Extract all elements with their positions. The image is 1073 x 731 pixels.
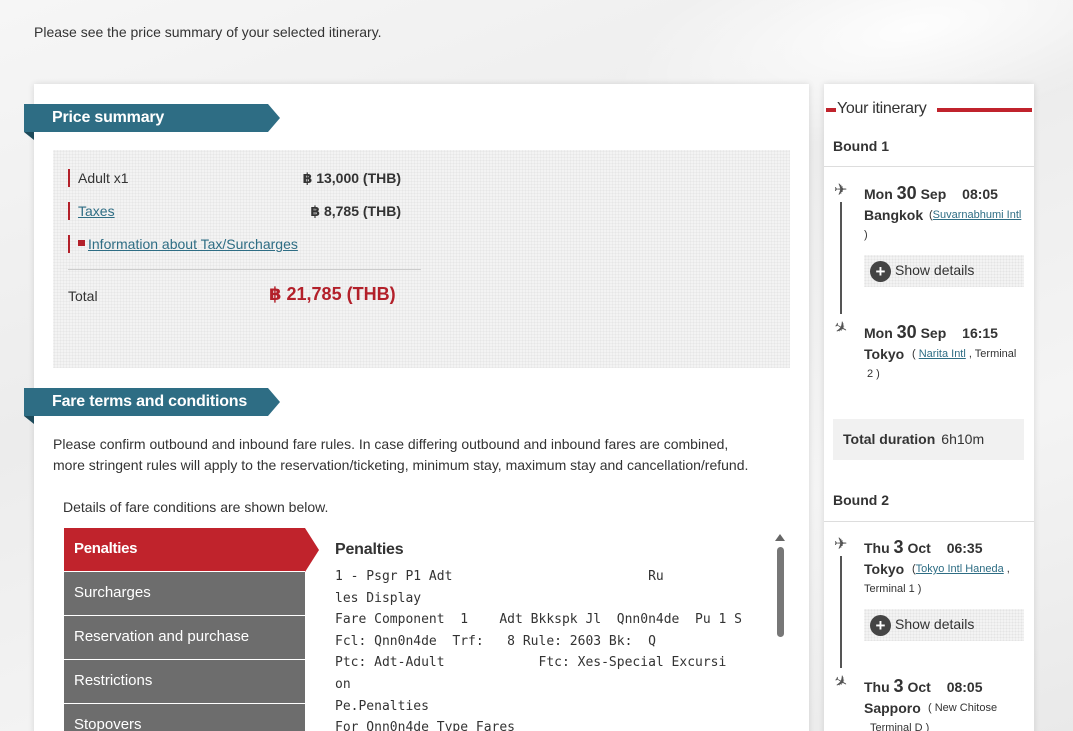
price-divider: [68, 269, 421, 270]
bound-1-departure-date: Mon 30 Sep 08:05: [864, 183, 998, 204]
show-details-label: Show details: [895, 616, 975, 633]
bound-2-departure-date: Thu 3 Oct 06:35: [864, 537, 983, 558]
day: 30: [896, 322, 917, 342]
landing-icon: ✈: [830, 317, 851, 340]
bound-2-arrival-date: Thu 3 Oct 08:05: [864, 676, 983, 697]
bound-2-departure-terminal: Terminal 1 ): [864, 583, 922, 595]
arrival-time: 08:05: [946, 679, 983, 695]
bound-1-arrival-city: Tokyo: [864, 346, 905, 362]
takeoff-icon: ✈: [834, 536, 848, 553]
duration-label: Total duration: [843, 431, 936, 447]
departure-time: 08:05: [962, 186, 998, 202]
arrival-time: 16:15: [962, 325, 998, 341]
show-details-button[interactable]: + Show details: [864, 609, 1024, 641]
month: Sep: [920, 186, 947, 202]
tax-info-wrap: Information about Tax/Surcharges: [68, 235, 298, 253]
bound-2-arrival-airport: ( New Chitose: [928, 702, 998, 714]
scroll-up-arrow-icon[interactable]: [775, 534, 785, 541]
bound-2-arrival-city: Sapporo: [864, 700, 921, 716]
bound-2-arrival-terminal: Terminal D ): [870, 722, 930, 731]
scroll-thumb[interactable]: [776, 547, 784, 637]
rules-title: Penalties: [335, 541, 404, 558]
airport-link[interactable]: Narita Intl: [919, 348, 966, 360]
tab-penalties[interactable]: Penalties: [64, 528, 319, 572]
itinerary-title: Your itinerary: [837, 100, 927, 117]
bound-1-arrival-date: Mon 30 Sep 16:15: [864, 322, 998, 343]
adult-fare-value: ฿ 13,000 (THB): [302, 170, 401, 186]
main-panel: Price summary Adult x1 ฿ 13,000 (THB) Ta…: [24, 84, 809, 731]
heading-accent-right: [937, 108, 1032, 112]
weekday: Mon: [864, 186, 893, 202]
takeoff-icon: ✈: [834, 182, 848, 199]
total-value: ฿ 21,785 (THB): [269, 284, 396, 304]
show-details-button[interactable]: + Show details: [864, 255, 1024, 287]
tab-surcharges[interactable]: Surcharges: [64, 572, 305, 615]
heading-accent-left: [826, 108, 836, 112]
itinerary-panel: Your itinerary Bound 1 ✈ Mon 30 Sep 08:0…: [824, 84, 1034, 731]
month: Oct: [907, 679, 931, 695]
day: 3: [893, 537, 904, 557]
total-duration: Total duration 6h10m: [833, 419, 1024, 460]
bound-2-label: Bound 2: [833, 492, 889, 508]
bound-1-divider: [824, 166, 1034, 167]
bound-2-departure-city: Tokyo: [864, 561, 905, 577]
taxes-row: Taxes ฿ 8,785 (THB): [68, 202, 401, 220]
taxes-label-wrap: Taxes: [68, 202, 115, 220]
fare-terms-line-2: more stringent rules will apply to the r…: [53, 457, 749, 473]
price-summary-heading: Price summary: [24, 104, 280, 140]
fare-terms-heading: Fare terms and conditions: [24, 388, 280, 424]
weekday: Mon: [864, 325, 893, 341]
bound-1-departure-airport-close: ): [864, 229, 868, 241]
plus-icon: +: [870, 261, 891, 282]
day: 30: [896, 183, 917, 203]
tab-stopovers[interactable]: Stopovers: [64, 704, 305, 731]
route-line: [840, 556, 842, 668]
bound-1-arrival-airport: ( Narita Intl , Terminal: [912, 348, 1017, 360]
info-popup-icon: [78, 240, 85, 246]
show-details-label: Show details: [895, 262, 975, 279]
itinerary-heading: Your itinerary: [824, 100, 1034, 120]
tab-reservation-and-purchase[interactable]: Reservation and purchase: [64, 616, 305, 659]
fare-condition-tabs: Penalties Surcharges Reservation and pur…: [64, 528, 319, 731]
airport-link[interactable]: Tokyo Intl Haneda: [916, 563, 1004, 575]
fare-terms-line-1: Please confirm outbound and inbound fare…: [53, 436, 729, 452]
fare-terms-description: Please confirm outbound and inbound fare…: [53, 434, 793, 476]
price-summary-box: Adult x1 ฿ 13,000 (THB) Taxes ฿ 8,785 (T…: [53, 150, 790, 368]
landing-icon: ✈: [830, 671, 851, 694]
rules-scrollbar[interactable]: [774, 532, 786, 731]
tax-surcharge-info-link[interactable]: Information about Tax/Surcharges: [88, 236, 298, 252]
tax-info-row: Information about Tax/Surcharges: [68, 235, 428, 253]
month: Sep: [920, 325, 947, 341]
day: 3: [893, 676, 904, 696]
fare-details-intro: Details of fare conditions are shown bel…: [63, 499, 329, 515]
bound-1-departure-airport: (Suvarnabhumi Intl: [929, 209, 1022, 221]
tab-restrictions[interactable]: Restrictions: [64, 660, 305, 703]
bound-2-divider: [824, 521, 1034, 522]
rules-text: 1 - Psgr P1 Adt Ru les Display Fare Comp…: [335, 569, 742, 731]
month: Oct: [907, 540, 931, 556]
bound-2-departure-airport: (Tokyo Intl Haneda ,: [912, 563, 1010, 575]
weekday: Thu: [864, 679, 890, 695]
terminal-label: , Terminal: [968, 348, 1017, 360]
plus-icon: +: [870, 615, 891, 636]
bound-1-departure-city: Bangkok: [864, 207, 924, 223]
weekday: Thu: [864, 540, 890, 556]
route-line: [840, 202, 842, 314]
intro-text: Please see the price summary of your sel…: [34, 24, 382, 40]
bound-1-arrival-terminal: 2 ): [867, 368, 880, 380]
duration-value: 6h10m: [941, 431, 985, 447]
taxes-value: ฿ 8,785 (THB): [310, 203, 401, 219]
taxes-link[interactable]: Taxes: [78, 203, 115, 219]
total-label: Total: [68, 288, 98, 304]
adult-fare-label: Adult x1: [68, 169, 129, 187]
airport-link[interactable]: Suvarnabhumi Intl: [933, 209, 1022, 221]
departure-time: 06:35: [946, 540, 983, 556]
bound-1-label: Bound 1: [833, 138, 889, 154]
adult-fare-row: Adult x1 ฿ 13,000 (THB): [68, 169, 401, 187]
